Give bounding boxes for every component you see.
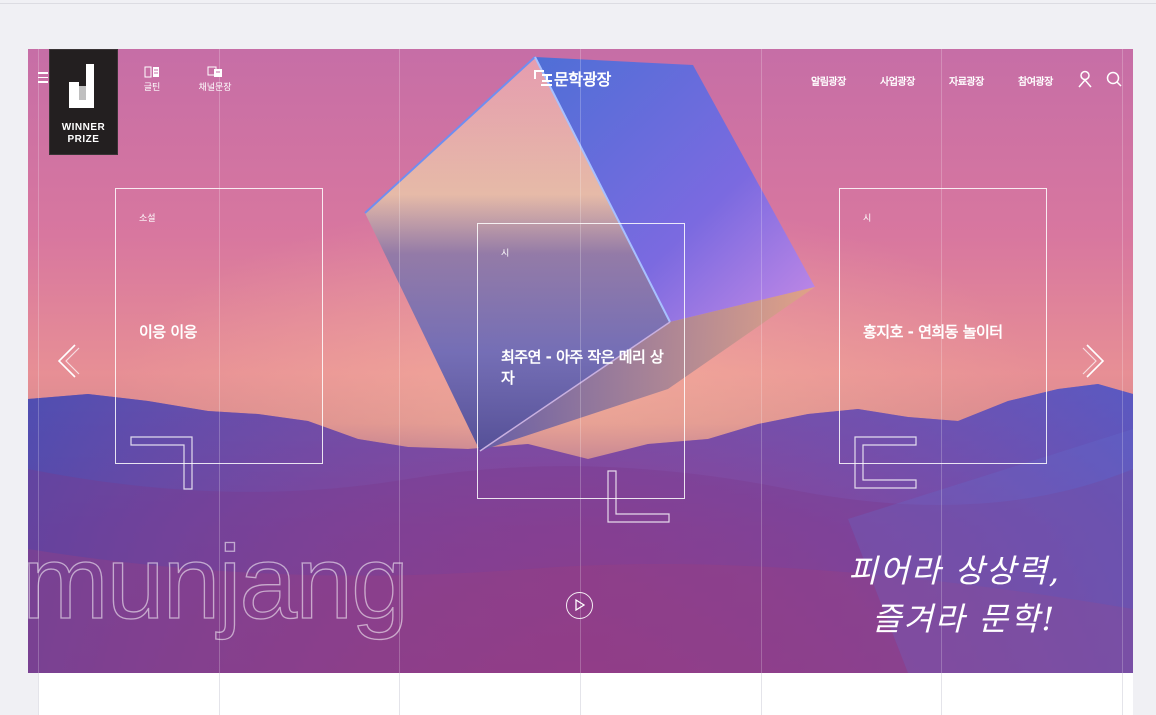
quick-link-channel[interactable]: 채널문장 — [195, 66, 235, 93]
nav-participation[interactable]: 참여광장 — [1018, 73, 1053, 88]
grid-line — [941, 673, 942, 715]
quick-link-geulteen[interactable]: 글틴 — [141, 66, 163, 93]
winner-prize-badge[interactable]: WINNER PRIZE — [49, 49, 118, 155]
featured-card[interactable]: 시 홍지호 - 연희동 놀이터 — [839, 188, 1047, 464]
featured-card[interactable]: 시 최주연 - 아주 작은 메리 상자 — [477, 223, 685, 499]
grid-line — [580, 673, 581, 715]
featured-card[interactable]: 소설 이응 이응 — [115, 188, 323, 464]
nav-business[interactable]: 사업광장 — [880, 73, 915, 88]
hamburger-icon[interactable] — [38, 72, 48, 84]
wordmark-text: munjang — [28, 525, 407, 641]
user-icon[interactable] — [1077, 70, 1093, 88]
card-category: 시 — [501, 249, 510, 259]
grid-line — [399, 673, 400, 715]
chevron-left-icon[interactable] — [55, 343, 81, 379]
prize-logo-icon — [69, 64, 94, 108]
decorative-bracket — [130, 436, 193, 490]
quick-link-label: 채널문장 — [198, 83, 232, 93]
card-title: 최주연 - 아주 작은 메리 상자 — [501, 348, 664, 387]
content-area-top — [38, 673, 1133, 715]
quick-link-label: 글틴 — [143, 83, 161, 93]
card-category: 소설 — [139, 214, 156, 224]
grid-line — [219, 673, 220, 715]
slogan-line-1: 피어라 상상력, — [848, 552, 1061, 590]
grid-line — [38, 673, 39, 715]
decorative-bracket — [854, 436, 917, 489]
munjang-wordmark: munjang — [28, 524, 410, 641]
grid-line — [1122, 49, 1123, 673]
chevron-right-icon[interactable] — [1081, 343, 1107, 379]
card-title: 홍지호 - 연희동 놀이터 — [863, 323, 1003, 341]
decorative-bracket — [607, 470, 670, 523]
search-icon[interactable] — [1106, 70, 1122, 88]
site-name: 문학광장 — [554, 70, 611, 89]
book-icon — [144, 66, 159, 78]
nav-archive[interactable]: 자료광장 — [949, 73, 984, 88]
badge-text-winner: WINNER — [61, 122, 106, 133]
slogan-line-2: 즐겨라 문학! — [872, 600, 1057, 638]
site-logo[interactable]: 문학광장 — [533, 66, 611, 90]
top-divider — [0, 3, 1156, 4]
card-title: 이응 이응 — [139, 323, 197, 341]
card-category: 시 — [863, 214, 872, 224]
grid-line — [761, 49, 762, 673]
grid-line — [1122, 673, 1123, 715]
munjang-logo-icon — [534, 70, 552, 86]
nav-notice[interactable]: 알림광장 — [811, 73, 846, 88]
grid-line — [761, 673, 762, 715]
play-icon — [575, 599, 585, 611]
play-button[interactable] — [566, 592, 593, 619]
channel-icon — [207, 66, 222, 77]
badge-text-prize: PRIZE — [67, 134, 100, 145]
